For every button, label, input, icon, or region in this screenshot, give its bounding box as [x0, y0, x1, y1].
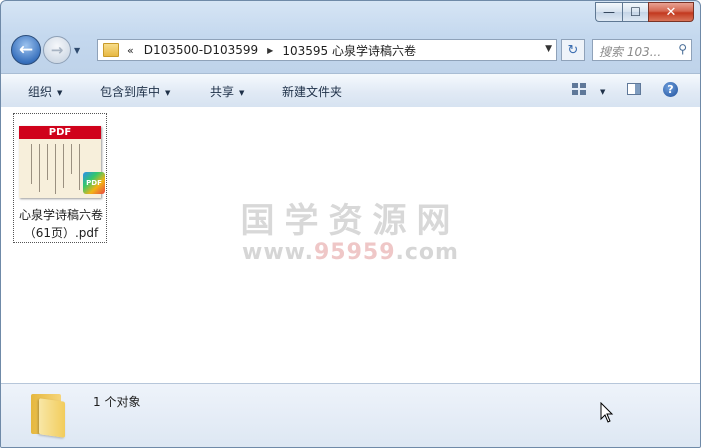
organize-label: 组织 — [28, 85, 53, 99]
new-folder-button[interactable]: 新建文件夹 — [282, 83, 342, 100]
pdf-thumbnail-header: PDF — [19, 126, 101, 139]
close-icon: ✕ — [665, 4, 677, 20]
refresh-button[interactable]: ↻ — [561, 39, 585, 61]
explorer-window: — ☐ ✕ ← → ▼ « D103500-D103599 ▶ 103595 心… — [0, 0, 701, 448]
breadcrumb-overflow[interactable]: « — [127, 44, 134, 57]
watermark-url-number: 95959 — [313, 240, 396, 265]
text-column — [31, 144, 32, 184]
close-button[interactable]: ✕ — [648, 2, 694, 22]
file-list[interactable]: 国学资源网 www.95959.com PDF PDF 心泉学诗稿六卷 （61页… — [1, 107, 700, 383]
address-bar[interactable]: « D103500-D103599 ▶ 103595 心泉学诗稿六卷 ▼ — [97, 39, 557, 61]
command-bar: 组织 ▼ 包含到库中 ▼ 共享 ▼ 新建文件夹 ▼ ? — [1, 73, 700, 108]
organize-menu[interactable]: 组织 ▼ — [28, 83, 62, 100]
forward-button[interactable]: → — [43, 36, 71, 64]
watermark-url-prefix: www. — [242, 240, 314, 265]
folder-icon — [103, 43, 119, 57]
file-name: 心泉学诗稿六卷 （61页）.pdf — [14, 206, 108, 242]
breadcrumb-item[interactable]: 103595 心泉学诗稿六卷 — [282, 42, 416, 59]
chevron-down-icon[interactable]: ▼ — [545, 44, 552, 54]
watermark-url: www.95959.com — [1, 240, 700, 265]
help-icon: ? — [663, 81, 678, 97]
maximize-icon: ☐ — [630, 5, 641, 19]
file-name-line1: 心泉学诗稿六卷 — [18, 208, 103, 222]
preview-pane-icon — [627, 83, 641, 95]
text-column — [39, 144, 40, 192]
chevron-down-icon: ▼ — [239, 89, 245, 97]
arrow-left-icon: ← — [18, 40, 34, 60]
chevron-down-icon: ▼ — [165, 89, 171, 97]
file-name-line2: （61页）.pdf — [23, 226, 99, 240]
include-in-library-menu[interactable]: 包含到库中 ▼ — [100, 83, 170, 100]
file-item-pdf[interactable]: PDF PDF 心泉学诗稿六卷 （61页）.pdf — [13, 113, 107, 243]
chevron-down-icon: ▼ — [57, 89, 63, 97]
text-column — [71, 144, 72, 174]
search-icon[interactable]: ⚲ — [678, 42, 687, 56]
navigation-buttons: ← → ▼ — [11, 35, 80, 65]
chevron-right-icon[interactable]: ▶ — [267, 46, 273, 55]
change-view-button[interactable] — [572, 80, 586, 98]
help-button[interactable]: ? — [663, 80, 678, 98]
text-column — [55, 144, 56, 194]
minimize-button[interactable]: — — [595, 2, 622, 22]
watermark-url-suffix: .com — [395, 240, 459, 265]
folder-icon — [29, 390, 65, 438]
text-column — [79, 144, 80, 190]
recent-pages-dropdown[interactable]: ▼ — [74, 46, 80, 55]
chevron-down-icon: ▼ — [600, 88, 606, 96]
caption-buttons: — ☐ ✕ — [595, 2, 694, 22]
item-count: 1 个对象 — [93, 395, 141, 409]
folder-icon-front — [39, 398, 65, 438]
view-options-dropdown[interactable]: ▼ — [595, 84, 605, 98]
back-button[interactable]: ← — [11, 35, 41, 65]
details-pane: 1 个对象 — [1, 383, 700, 447]
include-in-library-label: 包含到库中 — [100, 85, 161, 99]
share-menu[interactable]: 共享 ▼ — [210, 83, 244, 100]
view-grid-icon — [572, 83, 586, 95]
maximize-button[interactable]: ☐ — [622, 2, 648, 22]
arrow-right-icon: → — [50, 41, 64, 59]
text-column — [63, 144, 64, 188]
breadcrumb-item[interactable]: D103500-D103599 — [144, 43, 258, 57]
pdf-app-icon: PDF — [83, 172, 105, 194]
search-input[interactable]: 搜索 103... ⚲ — [592, 39, 692, 61]
share-label: 共享 — [210, 85, 235, 99]
refresh-icon: ↻ — [567, 42, 579, 58]
text-column — [47, 144, 48, 180]
search-placeholder: 搜索 103... — [599, 45, 662, 59]
minimize-icon: — — [603, 5, 615, 19]
preview-pane-button[interactable] — [627, 80, 641, 98]
